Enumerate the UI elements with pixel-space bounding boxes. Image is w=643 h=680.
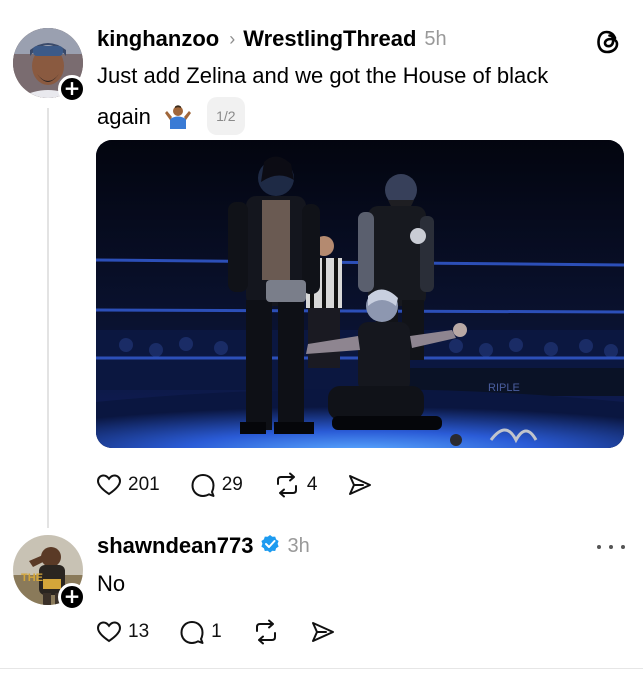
- reply-share-button[interactable]: [310, 620, 336, 644]
- reply-actions: 13 1: [96, 619, 366, 645]
- more-options-icon[interactable]: [597, 542, 625, 552]
- heart-icon: [96, 474, 122, 496]
- post-username[interactable]: kinghanzoo: [97, 26, 219, 52]
- community-name[interactable]: WrestlingThread: [243, 26, 416, 52]
- post-timestamp: 5h: [424, 27, 447, 50]
- reply-header: shawndean773 3h: [97, 533, 310, 559]
- reply-count: 29: [221, 474, 243, 495]
- repost-icon: [276, 472, 297, 498]
- comment-icon: [191, 474, 215, 497]
- repost-count: 4: [306, 474, 318, 495]
- reply-timestamp: 3h: [287, 534, 310, 557]
- post-text-line1: Just add Zelina and we got the House of …: [97, 63, 549, 88]
- chevron-right-icon: ›: [229, 28, 236, 49]
- like-count: 201: [128, 474, 160, 495]
- ring-apron-text: RIPLE: [488, 382, 520, 394]
- like-button[interactable]: 201: [96, 473, 160, 497]
- follow-plus-button[interactable]: +: [58, 75, 86, 103]
- bottom-divider: [0, 668, 643, 669]
- reply-repost-button[interactable]: [252, 619, 280, 645]
- post-image[interactable]: RIPLE: [96, 140, 624, 448]
- reply-comment-button[interactable]: 1: [179, 619, 222, 645]
- send-icon: [349, 475, 372, 495]
- repost-icon: [255, 619, 276, 645]
- send-icon: [311, 622, 334, 642]
- reply-username[interactable]: shawndean773: [97, 533, 254, 559]
- avatar-shirt-text: THE: [21, 572, 43, 584]
- repost-button[interactable]: 4: [273, 472, 318, 498]
- reply-like-count: 13: [128, 621, 150, 642]
- post-header: kinghanzoo › WrestlingThread 5h: [97, 26, 447, 52]
- reply-like-button[interactable]: 13: [96, 620, 149, 644]
- reply-comment-count: 1: [211, 621, 222, 642]
- shrug-emoji-icon: [163, 103, 193, 139]
- threads-logo-icon[interactable]: [594, 27, 624, 57]
- reply-follow-plus-button[interactable]: +: [58, 583, 86, 611]
- heart-icon: [96, 621, 122, 643]
- post-text-line2: again: [97, 104, 151, 129]
- post-text: Just add Zelina and we got the House of …: [97, 59, 548, 93]
- thread-page-badge: 1/2: [207, 97, 245, 135]
- share-button[interactable]: [347, 473, 373, 497]
- post-actions: 201 29 4: [96, 472, 403, 498]
- post-text-second-line: again 1/2: [97, 97, 245, 139]
- reply-text: No: [97, 571, 126, 596]
- reply-button[interactable]: 29: [190, 472, 243, 498]
- thread-connector-line: [47, 108, 49, 528]
- verified-badge-icon: [260, 534, 280, 559]
- comment-icon: [180, 621, 204, 644]
